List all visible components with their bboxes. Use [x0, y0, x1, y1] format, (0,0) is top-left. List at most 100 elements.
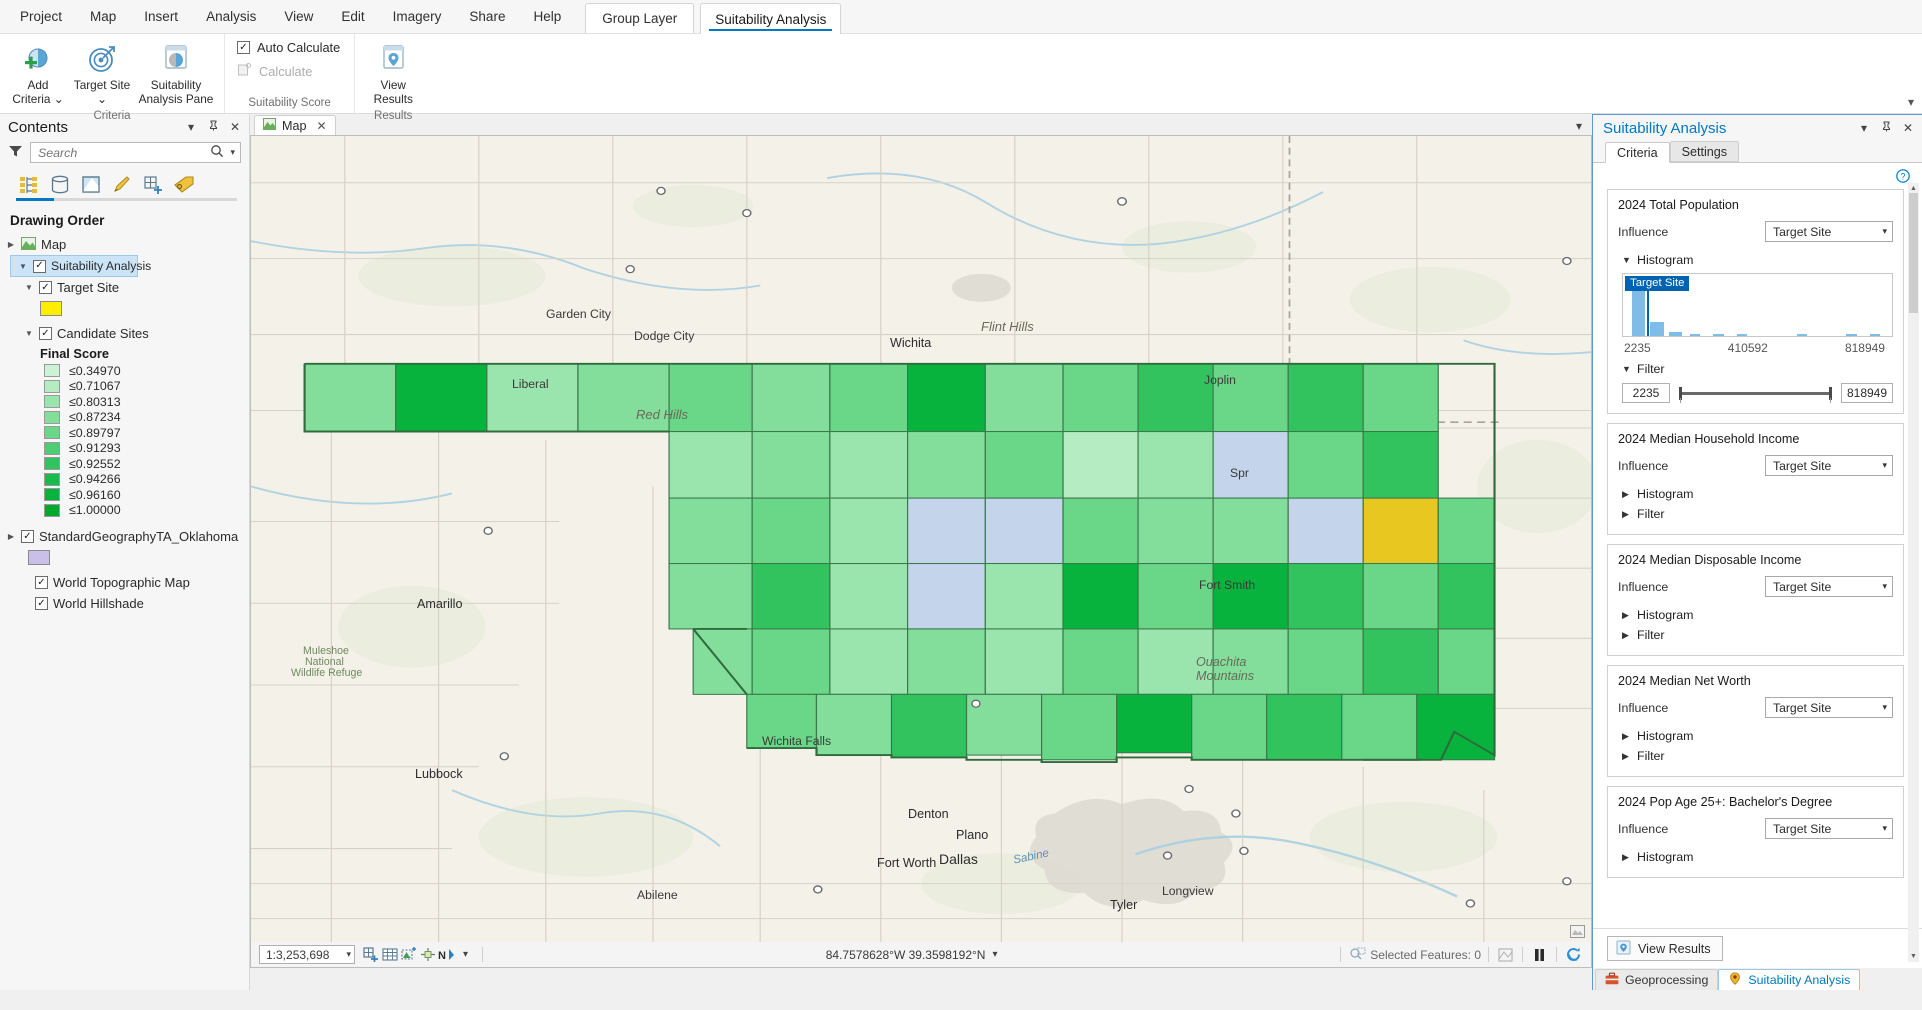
toc-map-node[interactable]: ▶ Map — [0, 234, 249, 255]
expand-arrow-icon[interactable]: ▼ — [24, 283, 34, 292]
ribbon-tab-analysis[interactable]: Analysis — [192, 0, 270, 33]
map-canvas[interactable]: Garden City Dodge City Wichita Flint Hil… — [250, 135, 1592, 942]
histogram-disclosure[interactable]: ▶ Histogram — [1618, 726, 1893, 746]
tab-settings[interactable]: Settings — [1670, 141, 1740, 162]
expand-arrow-icon[interactable]: ▶ — [6, 240, 16, 249]
map-attribution-icon[interactable] — [1570, 925, 1585, 938]
criteria-scrollbar[interactable]: ▲ ▼ — [1908, 183, 1919, 962]
expand-arrow-icon[interactable]: ▼ — [18, 262, 28, 271]
list-by-selection-icon[interactable] — [78, 172, 104, 196]
toc-layer-target-site[interactable]: ▼ ✓ Target Site — [0, 277, 249, 298]
influence-select[interactable]: Target Site ▾ — [1765, 455, 1893, 476]
toc-layer-suitability-analysis[interactable]: ▼ ✓ Suitability Analysis — [10, 255, 138, 277]
filter-disclosure[interactable]: ▶ Filter — [1618, 504, 1893, 524]
layer-visibility-checkbox[interactable]: ✓ — [21, 530, 34, 543]
ribbon-tab-project[interactable]: Project — [6, 0, 76, 33]
legend-item: ≤0.80313 — [0, 394, 249, 410]
target-site-button[interactable]: Target Site ⌄ — [70, 39, 134, 110]
map-scale-chevron-down-icon[interactable]: ▾ — [346, 949, 351, 960]
search-icon[interactable] — [210, 144, 224, 161]
scroll-down-arrow-icon[interactable]: ▼ — [1908, 951, 1919, 962]
toc-layer-candidate-sites[interactable]: ▼ ✓ Candidate Sites — [0, 323, 249, 344]
ribbon-collapse-chevron-down-icon[interactable]: ▾ — [1908, 95, 1914, 109]
histogram-chart[interactable]: Target Site — [1622, 273, 1893, 337]
histogram-disclosure[interactable]: ▼ Histogram — [1618, 250, 1893, 270]
layer-visibility-checkbox[interactable]: ✓ — [39, 281, 52, 294]
legend-item: ≤0.91293 — [0, 441, 249, 457]
layer-visibility-checkbox[interactable]: ✓ — [33, 260, 46, 273]
filter-disclosure[interactable]: ▶ Filter — [1618, 746, 1893, 766]
filter-icon[interactable] — [8, 144, 24, 161]
tab-criteria[interactable]: Criteria — [1605, 142, 1670, 163]
ribbon-tab-suitability-analysis[interactable]: Suitability Analysis — [700, 3, 841, 34]
influence-select[interactable]: Target Site ▾ — [1765, 221, 1893, 242]
dock-tab-geoprocessing[interactable]: Geoprocessing — [1595, 969, 1718, 990]
toc-layer-world-hillshade[interactable]: ▶ ✓ World Hillshade — [0, 593, 249, 614]
histogram-disclosure[interactable]: ▶ Histogram — [1618, 484, 1893, 504]
dock-tab-suitability-analysis[interactable]: Suitability Analysis — [1718, 969, 1860, 990]
filter-range-slider[interactable] — [1677, 383, 1834, 403]
add-grid-icon[interactable] — [361, 945, 380, 964]
select-icon[interactable] — [399, 945, 418, 964]
list-by-data-source-icon[interactable] — [47, 172, 73, 196]
layer-visibility-checkbox[interactable]: ✓ — [35, 597, 48, 610]
add-criteria-button[interactable]: Add Criteria ⌄ — [6, 39, 70, 110]
toc-layer-standardgeography[interactable]: ▶ ✓ StandardGeographyTA_Oklahoma — [0, 526, 249, 547]
list-by-labeling-icon[interactable] — [171, 172, 197, 196]
map-tab[interactable]: Map ✕ — [254, 115, 336, 135]
filter-min-input[interactable]: 2235 — [1622, 383, 1670, 403]
influence-select[interactable]: Target Site ▾ — [1765, 818, 1893, 839]
toc-layer-world-topographic-map[interactable]: ▶ ✓ World Topographic Map — [0, 572, 249, 593]
north-arrow-icon[interactable]: N — [437, 945, 456, 964]
map-coordinates-chevron-down-icon[interactable]: ▾ — [992, 949, 997, 960]
ribbon-tab-help[interactable]: Help — [519, 0, 575, 33]
search-options-chevron-down-icon[interactable]: ▾ — [228, 147, 237, 158]
refresh-icon[interactable] — [1564, 945, 1583, 964]
layer-visibility-checkbox[interactable]: ✓ — [39, 327, 52, 340]
suitability-close-icon[interactable]: ✕ — [1900, 121, 1916, 135]
list-by-snapping-icon[interactable] — [140, 172, 166, 196]
expand-arrow-icon[interactable]: ▼ — [24, 329, 34, 338]
list-by-drawing-order-icon[interactable] — [16, 172, 42, 196]
filter-max-input[interactable]: 818949 — [1841, 383, 1893, 403]
map-status-bar: 1:3,253,698 ▾ N ▾ — [250, 942, 1592, 968]
expand-arrow-icon[interactable]: ▶ — [6, 532, 16, 541]
legend-item: ≤0.96160 — [0, 487, 249, 503]
suitability-pin-icon[interactable] — [1878, 121, 1894, 135]
suitability-collapse-chevron-down-icon[interactable]: ▾ — [1856, 121, 1872, 135]
influence-select[interactable]: Target Site ▾ — [1765, 576, 1893, 597]
view-results-ribbon-button[interactable]: View Results — [361, 39, 425, 110]
ribbon-tab-imagery[interactable]: Imagery — [379, 0, 456, 33]
map-tabbar-chevron-down-icon[interactable]: ▾ — [1576, 119, 1582, 133]
contents-close-icon[interactable]: ✕ — [227, 120, 243, 134]
view-results-button[interactable]: View Results — [1607, 936, 1723, 961]
clip-icon[interactable] — [1496, 945, 1515, 964]
calculate-button[interactable]: Calculate — [237, 62, 312, 80]
auto-calculate-checkbox[interactable]: ✓ Auto Calculate — [237, 40, 340, 55]
layer-visibility-checkbox[interactable]: ✓ — [35, 576, 48, 589]
histogram-disclosure[interactable]: ▶ Histogram — [1618, 847, 1893, 867]
status-tools-chevron-down-icon[interactable]: ▾ — [456, 945, 475, 964]
ribbon-tab-share[interactable]: Share — [455, 0, 519, 33]
filter-disclosure[interactable]: ▼ Filter — [1618, 359, 1893, 379]
influence-label: Influence — [1618, 822, 1765, 836]
map-scale-combo[interactable]: 1:3,253,698 ▾ — [259, 945, 355, 964]
list-by-editing-icon[interactable] — [109, 172, 135, 196]
ribbon-tab-view[interactable]: View — [270, 0, 327, 33]
scrollbar-thumb[interactable] — [1909, 193, 1918, 313]
search-input-wrap[interactable]: ▾ — [30, 142, 241, 163]
ribbon-tab-map[interactable]: Map — [76, 0, 130, 33]
ribbon-tab-insert[interactable]: Insert — [130, 0, 192, 33]
ribbon-tab-group-layer[interactable]: Group Layer — [585, 3, 694, 33]
pause-icon[interactable] — [1530, 945, 1549, 964]
search-input[interactable] — [38, 146, 206, 160]
influence-select[interactable]: Target Site ▾ — [1765, 697, 1893, 718]
criteria-list[interactable]: 2024 Total Population Influence Target S… — [1593, 169, 1922, 928]
table-icon[interactable] — [380, 945, 399, 964]
crosshair-icon[interactable] — [418, 945, 437, 964]
map-tab-close-icon[interactable]: ✕ — [317, 119, 327, 133]
histogram-disclosure[interactable]: ▶ Histogram — [1618, 605, 1893, 625]
suitability-analysis-pane-button[interactable]: Suitability Analysis Pane — [134, 39, 218, 110]
filter-disclosure[interactable]: ▶ Filter — [1618, 625, 1893, 645]
ribbon-tab-edit[interactable]: Edit — [327, 0, 378, 33]
